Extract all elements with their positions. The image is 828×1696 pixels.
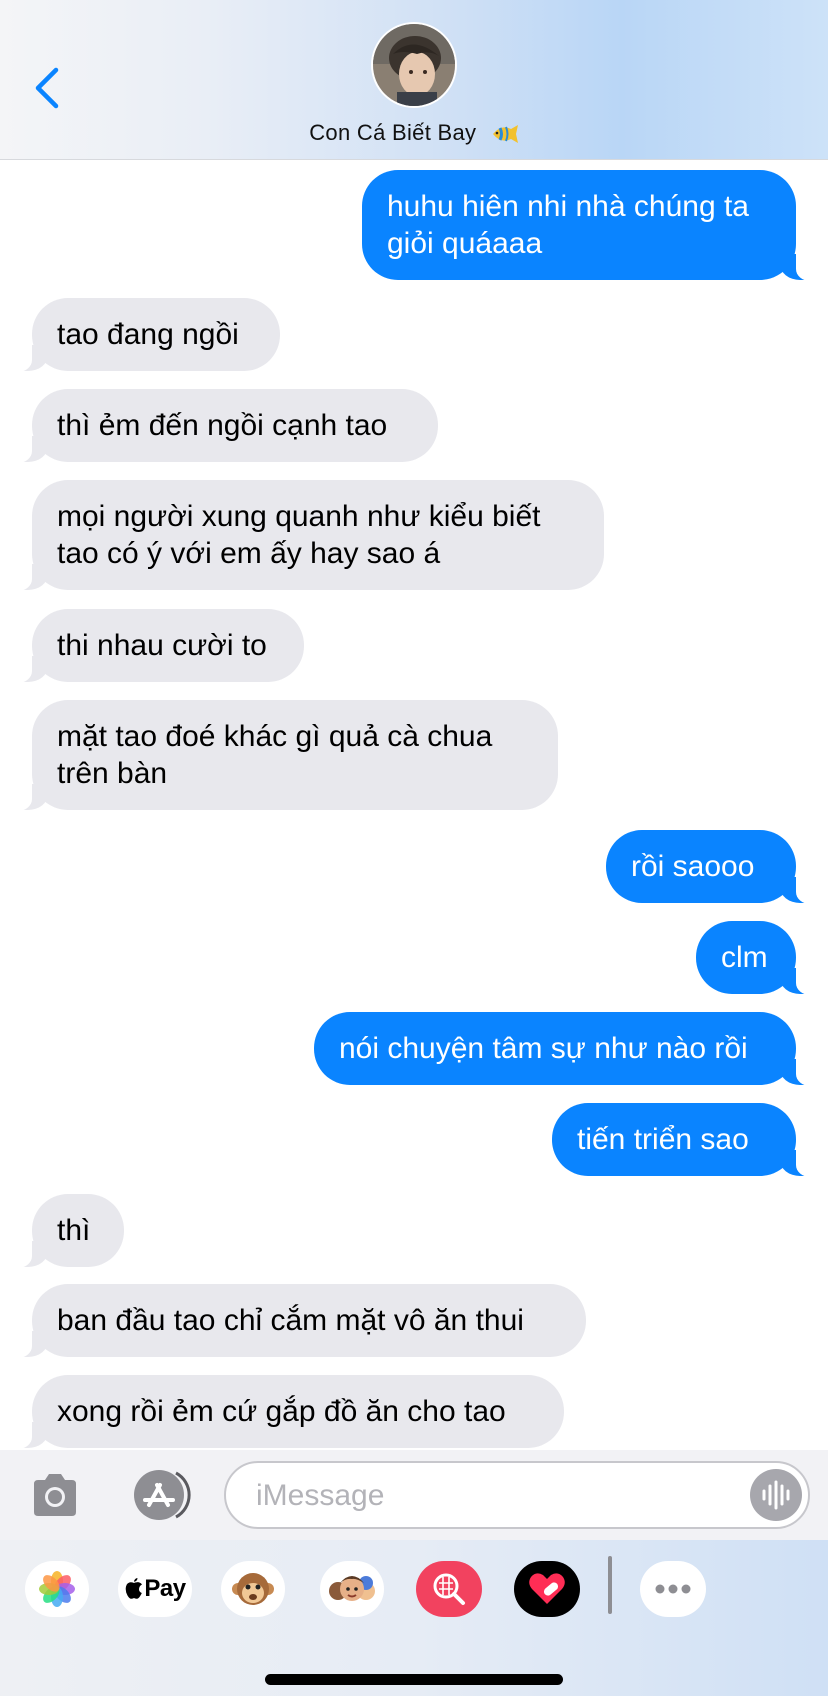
conversation-header: Con Cá Biết Bay: [0, 0, 828, 160]
app-drawer: Pay: [0, 1540, 828, 1696]
apple-pay-label: Pay: [144, 1575, 186, 1602]
message-input[interactable]: [254, 1475, 728, 1517]
chevron-left-icon[interactable]: [30, 66, 64, 110]
contact-name[interactable]: Con Cá Biết Bay: [0, 120, 828, 146]
message-bubble-sent[interactable]: nói chuyện tâm sự như nào rồi: [314, 1012, 818, 1086]
message-bubble-sent[interactable]: tiến triển sao: [552, 1103, 818, 1177]
message-bubble-received[interactable]: thì ẻm đến ngồi cạnh tao: [10, 389, 438, 463]
message-list[interactable]: huhu hiên nhi nhà chúng ta giỏi quáaaa t…: [0, 160, 828, 1450]
tropical-fish-icon: [492, 125, 518, 144]
message-bubble-received[interactable]: thì: [10, 1194, 124, 1268]
imessage-field[interactable]: [224, 1461, 810, 1529]
app-store-icon[interactable]: [127, 1469, 191, 1521]
message-bubble-sent[interactable]: rồi saooo: [606, 830, 818, 904]
digital-touch-icon[interactable]: [514, 1561, 580, 1617]
contact-avatar[interactable]: [373, 24, 455, 106]
drawer-divider: [608, 1556, 612, 1614]
message-bubble-received[interactable]: tao đang ngồi: [10, 298, 280, 372]
message-bubble-received[interactable]: thi nhau cười to: [10, 609, 304, 683]
avatar-photo-icon: [373, 24, 455, 106]
message-bubble-received[interactable]: xong rồi ẻm cứ gắp đồ ăn cho tao: [10, 1375, 564, 1449]
animoji-icon[interactable]: [221, 1561, 285, 1617]
message-bubble-sent[interactable]: clm: [696, 921, 818, 995]
image-search-icon[interactable]: [416, 1561, 482, 1617]
apple-pay-icon[interactable]: Pay: [118, 1561, 192, 1617]
audio-waveform-icon[interactable]: [750, 1469, 802, 1521]
message-bubble-received[interactable]: mọi người xung quanh như kiểu biết tao c…: [10, 480, 604, 591]
contact-name-text: Con Cá Biết Bay: [309, 120, 477, 145]
home-indicator[interactable]: [265, 1674, 563, 1685]
camera-icon[interactable]: [30, 1472, 80, 1518]
message-bubble-received[interactable]: ban đầu tao chỉ cắm mặt vô ăn thui: [10, 1284, 586, 1358]
photos-icon[interactable]: [25, 1561, 89, 1617]
memoji-icon[interactable]: [320, 1561, 384, 1617]
message-bubble-received[interactable]: mặt tao đoé khác gì quả cà chua trên bàn: [10, 700, 558, 811]
apple-logo-icon: [126, 1578, 143, 1599]
message-bubble-sent[interactable]: huhu hiên nhi nhà chúng ta giỏi quáaaa: [362, 170, 818, 281]
composer-bar: [0, 1450, 828, 1540]
more-icon[interactable]: [640, 1561, 706, 1617]
